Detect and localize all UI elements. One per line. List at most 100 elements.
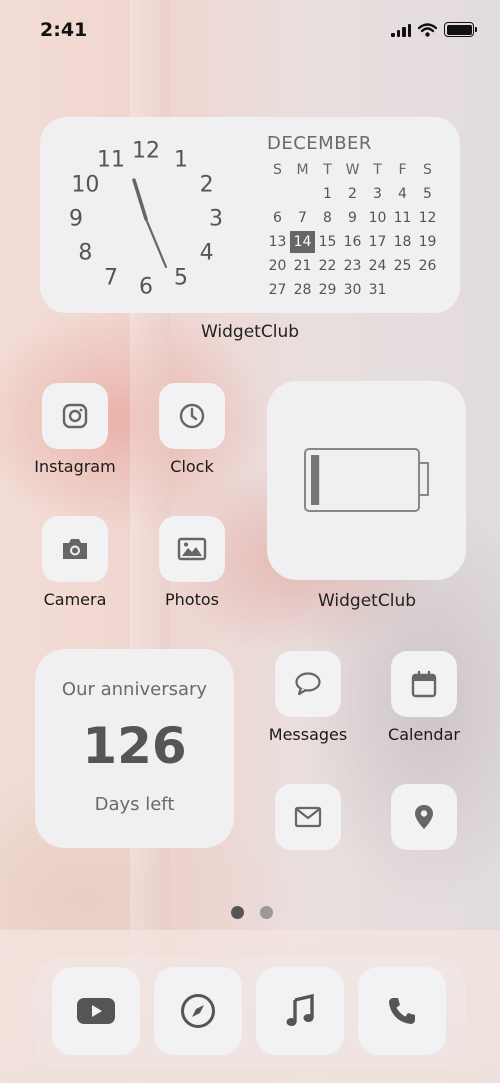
clock-number: 4 bbox=[200, 241, 214, 266]
messages-app[interactable] bbox=[275, 651, 341, 717]
wifi-icon bbox=[418, 23, 437, 37]
clock-number: 6 bbox=[139, 275, 153, 300]
music-app[interactable] bbox=[256, 967, 344, 1055]
status-time: 2:41 bbox=[40, 19, 88, 41]
clock-number: 11 bbox=[97, 148, 125, 173]
calendar-day: 25 bbox=[393, 258, 412, 274]
calendar-weekday: W bbox=[345, 162, 360, 178]
location-pin-icon bbox=[415, 805, 433, 829]
photos-icon bbox=[177, 537, 207, 561]
calendar-label: Calendar bbox=[388, 725, 460, 744]
messages-label: Messages bbox=[268, 725, 348, 744]
calendar-day: 31 bbox=[368, 282, 387, 298]
battery-widget-caption: WidgetClub bbox=[317, 591, 417, 611]
clock-number: 5 bbox=[174, 265, 188, 290]
compass-icon bbox=[181, 994, 215, 1028]
calendar-day: 15 bbox=[318, 234, 337, 250]
clock-number: 1 bbox=[174, 148, 188, 173]
calendar-day: 28 bbox=[293, 282, 312, 298]
message-bubble-icon bbox=[295, 672, 321, 696]
clock-app[interactable] bbox=[159, 383, 225, 449]
calendar-day: 7 bbox=[298, 210, 307, 226]
anniversary-widget[interactable]: Our anniversary 126 Days left bbox=[35, 649, 234, 848]
phone-app[interactable] bbox=[358, 967, 446, 1055]
page-dot-1[interactable] bbox=[231, 906, 244, 919]
music-note-icon bbox=[286, 994, 314, 1026]
instagram-icon bbox=[62, 403, 88, 429]
analog-clock: 12 12 3 45678 9 1011 bbox=[69, 139, 223, 300]
clock-calendar-widget[interactable]: 12 1 2 3 4 5 6 7 8 9 10 11 DECEMBER SMTWTFS12345678… bbox=[40, 117, 460, 313]
clock-number: 8 bbox=[78, 241, 92, 266]
calendar-day: 20 bbox=[268, 258, 287, 274]
camera-app[interactable] bbox=[42, 516, 108, 582]
calendar-day bbox=[290, 183, 315, 205]
clock-number: 3 bbox=[209, 207, 223, 232]
calendar-grid: S M T W T F S 1 2 3 4 5 6 7 8 9 10 11 12 13 14 15 16 17 18 19 20 21… bbox=[265, 159, 441, 301]
calendar-day: 8 bbox=[323, 210, 332, 226]
calendar-day: 26 bbox=[418, 258, 437, 274]
calendar-day bbox=[265, 183, 290, 205]
calendar-month: DECEMBER bbox=[267, 133, 372, 154]
clock-widget-caption: WidgetClub bbox=[200, 322, 300, 342]
maps-app[interactable] bbox=[391, 784, 457, 850]
calendar-day: 24 bbox=[368, 258, 387, 274]
clock-icon bbox=[179, 403, 205, 429]
calendar-weekday: F bbox=[398, 162, 407, 178]
status-icons bbox=[391, 22, 477, 37]
calendar-day: 10 bbox=[368, 210, 387, 226]
battery-widget[interactable] bbox=[267, 381, 466, 580]
calendar-day: 11 bbox=[393, 210, 412, 226]
camera-label: Camera bbox=[43, 590, 107, 609]
calendar-day bbox=[390, 279, 415, 301]
calendar-day: 2 bbox=[348, 186, 357, 202]
calendar-day: 1 bbox=[323, 186, 332, 202]
dock bbox=[34, 957, 466, 1069]
calendar-day: 29 bbox=[318, 282, 337, 298]
clock-number: 10 bbox=[71, 173, 99, 198]
clock-number: 12 bbox=[132, 139, 160, 164]
calendar-day: 3 bbox=[373, 186, 382, 202]
calendar-day: 27 bbox=[268, 282, 287, 298]
battery-level-icon bbox=[304, 448, 429, 512]
calendar-day: 16 bbox=[343, 234, 362, 250]
instagram-app[interactable] bbox=[42, 383, 108, 449]
calendar-day bbox=[415, 279, 440, 301]
calendar-weekday: S bbox=[423, 162, 432, 178]
calendar-day: 23 bbox=[343, 258, 362, 274]
calendar-day: 4 bbox=[398, 186, 407, 202]
clock-label: Clock bbox=[170, 457, 214, 476]
envelope-icon bbox=[294, 806, 322, 828]
calendar-day: 22 bbox=[318, 258, 337, 274]
anniversary-subtitle: Days left bbox=[94, 794, 175, 815]
photos-app[interactable] bbox=[159, 516, 225, 582]
photos-label: Photos bbox=[165, 590, 219, 609]
calendar-weekday: S bbox=[273, 162, 282, 178]
calendar-weekday: M bbox=[296, 162, 309, 178]
mail-app[interactable] bbox=[275, 784, 341, 850]
clock-number: 7 bbox=[104, 265, 118, 290]
youtube-icon bbox=[77, 998, 115, 1024]
safari-app[interactable] bbox=[154, 967, 242, 1055]
anniversary-title: Our anniversary bbox=[61, 679, 208, 700]
phone-icon bbox=[389, 998, 415, 1024]
anniversary-count: 126 bbox=[82, 717, 187, 775]
clock-hour-hand bbox=[132, 178, 148, 221]
calendar-day: 13 bbox=[268, 234, 287, 250]
youtube-app[interactable] bbox=[52, 967, 140, 1055]
calendar-day: 18 bbox=[393, 234, 412, 250]
calendar-day: 12 bbox=[418, 210, 437, 226]
camera-icon bbox=[63, 539, 87, 559]
instagram-label: Instagram bbox=[34, 457, 116, 476]
cellular-signal-icon bbox=[391, 24, 411, 37]
calendar-today: 14 bbox=[290, 231, 315, 253]
clock-number: 9 bbox=[69, 207, 83, 232]
calendar-day: 6 bbox=[273, 210, 282, 226]
calendar-day: 30 bbox=[343, 282, 362, 298]
clock-minute-hand bbox=[144, 217, 168, 269]
calendar-weekday: T bbox=[323, 162, 332, 178]
calendar-app[interactable] bbox=[391, 651, 457, 717]
page-indicator[interactable] bbox=[231, 906, 273, 919]
calendar-weekday: T bbox=[373, 162, 382, 178]
status-bar: 2:41 bbox=[0, 0, 500, 60]
page-dot-2[interactable] bbox=[260, 906, 273, 919]
